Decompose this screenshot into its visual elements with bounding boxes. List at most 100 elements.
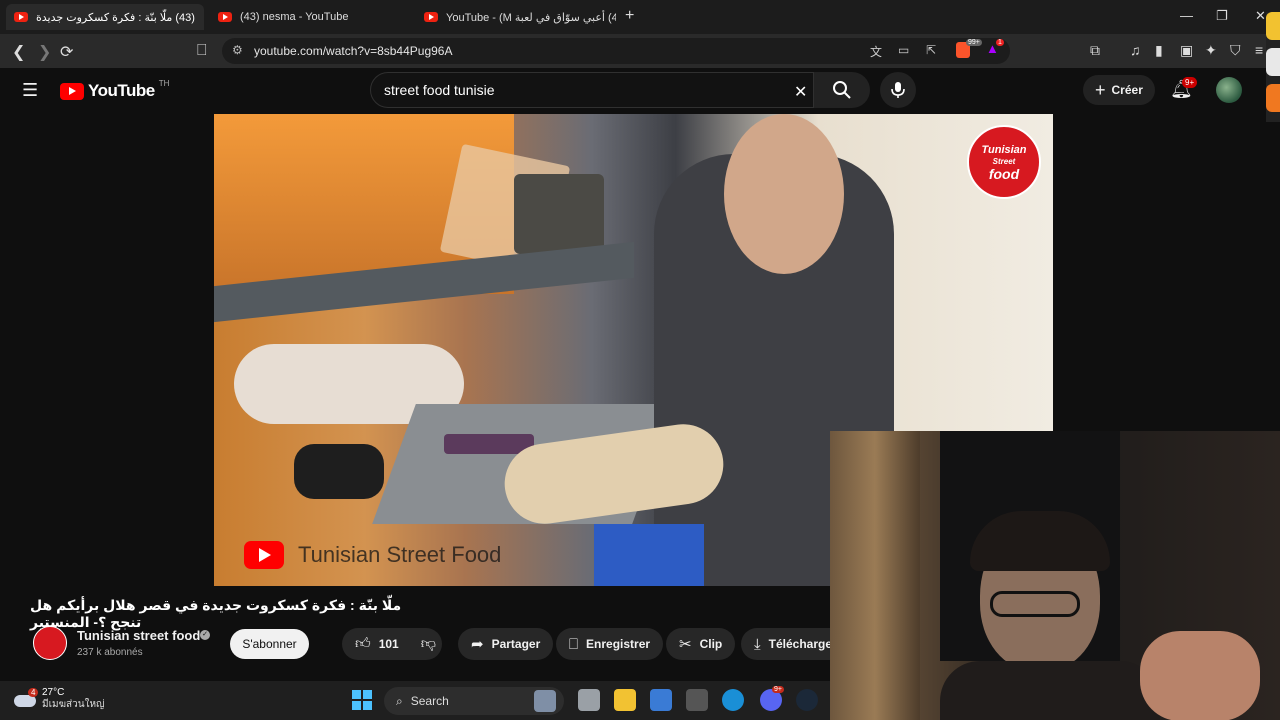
youtube-play-icon	[244, 541, 284, 569]
notification-badge: 9+	[1182, 77, 1198, 88]
minimize-icon[interactable]: —	[1180, 8, 1193, 23]
taskbar-search[interactable]: ⌕ Search	[384, 687, 564, 715]
discord-badge: 9+	[772, 686, 784, 693]
new-tab-button[interactable]: +	[625, 7, 634, 25]
verified-check-icon: ✓	[200, 630, 210, 640]
webcam-person-hair	[970, 511, 1110, 571]
logo-region: TH	[158, 78, 170, 88]
download-button[interactable]: ⤓ Télécharge	[741, 628, 830, 660]
forward-icon[interactable]: ❯	[38, 42, 51, 62]
search-icon	[833, 81, 851, 99]
channel-name[interactable]: Tunisian street food	[77, 628, 200, 643]
hamburger-menu-icon[interactable]: ☰	[22, 80, 38, 101]
bookmark-icon: ⎕	[569, 635, 579, 653]
like-count[interactable]: 101	[379, 637, 399, 651]
brave-badge: 99+	[966, 39, 982, 46]
search-button[interactable]	[814, 72, 870, 108]
extension-icon[interactable]	[1266, 84, 1280, 112]
address-toolbar: ❮ ❯ ⟳ ⎕ ⚙ youtube.com/watch?v=8sb44Pug96…	[0, 34, 1280, 68]
vpn-icon[interactable]: ⛉	[1230, 42, 1241, 59]
channel-avatar[interactable]	[33, 626, 67, 660]
download-icon: ⤓	[754, 635, 761, 653]
close-window-icon[interactable]: ✕	[1255, 8, 1266, 24]
leo-icon[interactable]: ✦	[1205, 42, 1217, 59]
clip-button[interactable]: ✂ Clip	[666, 628, 736, 660]
temperature: 27°C	[42, 687, 65, 698]
channel-brand-logo: Tunisian Street food	[967, 125, 1041, 199]
close-tab-icon[interactable]: ✕	[203, 10, 204, 24]
sidebar-icon[interactable]: ▮	[1155, 42, 1163, 59]
weather-badge: 4	[28, 688, 39, 697]
screenshot-icon[interactable]: ⧉	[1090, 42, 1100, 59]
webcam-person-body	[940, 661, 1160, 720]
scene-speaker	[514, 174, 604, 254]
weather-widget[interactable]: 4 27°C มีเมฆส่วนใหญ่	[14, 687, 105, 711]
youtube-header: ☰ YouTube TH street food tunisie ✕ + Cré…	[0, 68, 1280, 114]
video-watermark: Tunisian Street Food	[244, 541, 501, 569]
cast-icon[interactable]: ▭	[898, 43, 909, 57]
file-explorer-icon[interactable]	[614, 689, 636, 711]
extension-icon[interactable]	[1266, 48, 1280, 76]
share-label: Partager	[491, 637, 541, 651]
share-icon[interactable]: ⇱	[926, 43, 936, 57]
tab-title: (43) أعبي سوّاق في لعبة YouTube - (M	[446, 11, 616, 24]
wallet-icon[interactable]: ▣	[1180, 42, 1193, 59]
reload-icon[interactable]: ⟳	[60, 42, 73, 62]
search-icon: ⌕	[396, 693, 403, 708]
media-icon[interactable]: ♫	[1130, 42, 1141, 58]
rewards-badge: 1	[996, 39, 1004, 46]
webcam-overlay	[830, 431, 1280, 720]
user-avatar[interactable]	[1216, 77, 1242, 103]
site-info-icon[interactable]: ⚙	[232, 43, 243, 57]
url-text: youtube.com/watch?v=8sb44Pug96A	[254, 44, 453, 58]
search-highlight-icon	[534, 690, 556, 712]
create-label: Créer	[1111, 83, 1143, 97]
like-icon[interactable]: 👍︎	[355, 635, 371, 653]
weather-description: มีเมฆส่วนใหญ่	[42, 699, 105, 710]
microsoft-store-icon[interactable]	[650, 689, 672, 711]
subscribe-button[interactable]: S'abonner	[230, 629, 309, 659]
app-icon[interactable]	[686, 689, 708, 711]
youtube-logo[interactable]: YouTube TH	[60, 78, 170, 101]
tab-active[interactable]: (43) ملّا بنّة : فكرة كسكروت جديدة ✕	[6, 4, 204, 30]
browser-tab-bar: (43) ملّا بنّة : فكرة كسكروت جديدة ✕ (43…	[0, 0, 1280, 34]
share-arrow-icon: ➦	[471, 636, 484, 653]
scene-cutting-board	[594, 524, 704, 586]
like-dislike-group: 👍︎ 101 👎︎	[342, 628, 442, 660]
back-icon[interactable]: ❮	[12, 42, 25, 62]
maximize-icon[interactable]: ❐	[1216, 8, 1228, 24]
cloud-icon: 4	[14, 688, 39, 707]
edge-icon[interactable]	[722, 689, 744, 711]
search-input[interactable]: street food tunisie	[370, 72, 814, 108]
brand-line-1: Tunisian	[981, 144, 1027, 156]
save-button[interactable]: ⎕ Enregistrer	[556, 628, 664, 660]
brand-line-3: food	[988, 166, 1020, 182]
windows-taskbar: 4 27°C มีเมฆส่วนใหญ่ ⌕ Search 9+	[0, 681, 830, 720]
scissors-icon: ✂	[679, 636, 692, 653]
dislike-icon[interactable]: 👎︎	[421, 635, 436, 653]
video-title: ملّا بنّة : فكرة كسكروت جديدة في قصر هلا…	[30, 597, 402, 630]
plus-icon: +	[1095, 79, 1106, 100]
taskbar-search-label: Search	[410, 694, 449, 708]
voice-search-button[interactable]	[880, 72, 916, 108]
logo-text: YouTube	[88, 81, 155, 100]
translate-icon[interactable]: 文	[870, 43, 882, 60]
tab-nesma[interactable]: (43) nesma - YouTube	[210, 4, 406, 30]
share-button[interactable]: ➦ Partager	[458, 628, 554, 660]
task-view-icon[interactable]	[578, 689, 600, 711]
tab-game[interactable]: (43) أعبي سوّاق في لعبة YouTube - (M	[416, 4, 616, 30]
subscriber-count: 237 k abonnés	[77, 647, 143, 658]
bookmark-icon[interactable]: ⎕	[197, 42, 207, 60]
steam-icon[interactable]	[796, 689, 818, 711]
menu-icon[interactable]: ≡	[1255, 42, 1263, 58]
create-button[interactable]: + Créer	[1083, 75, 1155, 105]
extension-icon[interactable]	[1266, 12, 1280, 40]
url-bar[interactable]: ⚙ youtube.com/watch?v=8sb44Pug96A 文 ▭ ⇱ …	[222, 38, 1010, 64]
clear-search-icon[interactable]: ✕	[794, 82, 807, 102]
microphone-icon	[891, 82, 905, 98]
webcam-curtain	[830, 431, 920, 720]
youtube-favicon-icon	[14, 12, 28, 22]
start-button[interactable]	[352, 690, 372, 710]
webcam-glasses	[990, 591, 1080, 617]
save-label: Enregistrer	[586, 637, 651, 651]
